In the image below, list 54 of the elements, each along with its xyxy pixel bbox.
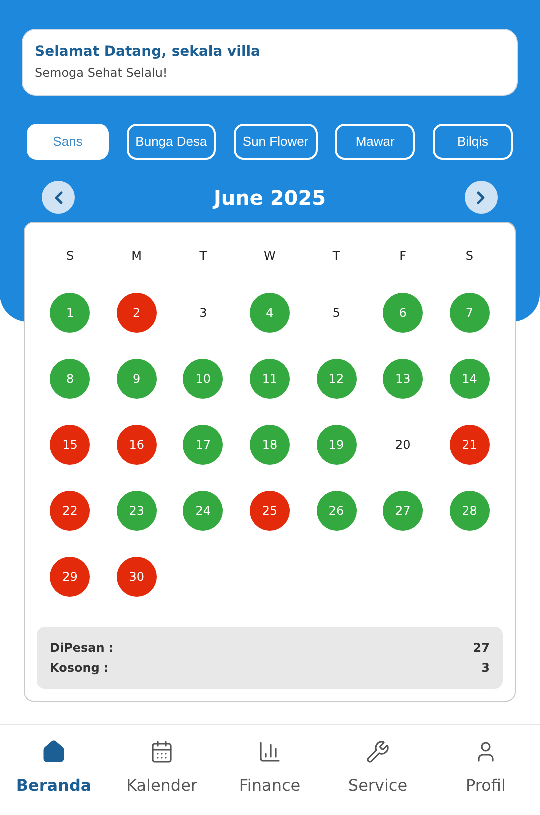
day-cell[interactable]: 6 <box>383 293 424 333</box>
day-cell[interactable]: 17 <box>183 425 224 465</box>
nav-item[interactable]: Finance <box>224 740 316 798</box>
day-cell[interactable]: 11 <box>250 359 290 399</box>
day-cell[interactable]: 1 <box>50 293 90 333</box>
day-cell[interactable]: 20 <box>383 425 424 465</box>
day-cell[interactable]: 19 <box>316 425 357 465</box>
day-cell[interactable]: 21 <box>450 425 490 465</box>
villa-tab[interactable]: Mawar <box>335 124 416 160</box>
day-cell[interactable]: 30 <box>116 557 157 597</box>
day-cell[interactable]: 24 <box>183 491 224 531</box>
day-cell[interactable]: 8 <box>50 359 90 399</box>
villa-tab[interactable]: Sun Flower <box>234 124 318 160</box>
weekday-label: F <box>400 248 407 265</box>
summary-value: 27 <box>473 640 490 657</box>
day-cell[interactable]: 25 <box>250 491 290 531</box>
day-cell[interactable]: 15 <box>50 425 90 465</box>
day-cell[interactable]: 4 <box>250 293 290 333</box>
day-cell[interactable]: 18 <box>250 425 290 465</box>
day-cell[interactable]: 29 <box>50 557 90 597</box>
summary-value: 3 <box>482 660 490 677</box>
weekday-label: S <box>466 248 474 265</box>
day-cell[interactable]: 26 <box>316 491 357 531</box>
nav-item[interactable]: Profil <box>440 740 532 798</box>
day-cell[interactable]: 2 <box>116 293 157 333</box>
nav-item[interactable]: Beranda <box>8 740 100 798</box>
day-cell[interactable]: 9 <box>116 359 157 399</box>
weekday-label: T <box>200 248 208 265</box>
day-cell[interactable]: 13 <box>383 359 424 399</box>
weekday-label: T <box>332 248 340 265</box>
day-cell[interactable]: 3 <box>183 293 224 333</box>
nav-item[interactable]: Service <box>332 740 424 798</box>
day-cell[interactable]: 27 <box>383 491 424 531</box>
weekday-label: S <box>66 248 74 265</box>
day-cell[interactable]: 5 <box>316 293 357 333</box>
day-cell[interactable]: 10 <box>183 359 224 399</box>
villa-tab[interactable]: Bilqis <box>433 124 513 160</box>
day-cell[interactable]: 7 <box>450 293 490 333</box>
day-cell[interactable]: 22 <box>50 491 90 531</box>
summary-label: Kosong : <box>50 660 109 677</box>
day-cell[interactable]: 12 <box>316 359 357 399</box>
greeting-title: Selamat Datang, sekala villa <box>35 43 260 61</box>
day-cell[interactable]: 16 <box>116 425 157 465</box>
day-cell[interactable]: 14 <box>450 359 490 399</box>
villa-tab[interactable]: Bunga Desa <box>126 124 216 160</box>
day-cell[interactable]: 28 <box>450 491 490 531</box>
villa-tab[interactable]: Sans <box>27 124 109 160</box>
weekday-label: M <box>132 248 142 265</box>
month-title: June 2025 <box>214 184 326 212</box>
greeting-subtitle: Semoga Sehat Selalu! <box>35 66 168 81</box>
summary-label: DiPesan : <box>50 640 114 657</box>
weekday-label: W <box>264 248 276 265</box>
nav-item[interactable]: Kalender <box>116 740 208 798</box>
day-cell[interactable]: 23 <box>116 491 157 531</box>
